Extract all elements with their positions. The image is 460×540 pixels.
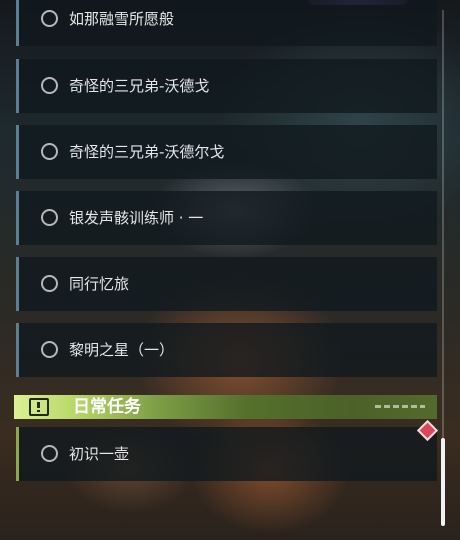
quest-title: 初识一壶 xyxy=(69,445,130,463)
exclamation-icon xyxy=(29,398,49,416)
daily-quest-item[interactable]: 初识一壶 xyxy=(16,427,437,481)
quest-title: 如那融雪所愿般 xyxy=(69,10,175,28)
quest-status-circle-icon xyxy=(41,143,58,160)
quest-status-circle-icon xyxy=(41,77,58,94)
quest-status-circle-icon xyxy=(41,275,58,292)
header-decoration xyxy=(375,405,425,408)
quest-item[interactable]: 奇怪的三兄弟-沃德尔戈 xyxy=(16,125,437,179)
scrollbar-thumb[interactable] xyxy=(441,438,445,526)
quest-title: 银发声骸训练师 · 一 xyxy=(69,209,204,227)
quest-item[interactable]: 同行忆旅 xyxy=(16,257,437,311)
quest-title: 奇怪的三兄弟-沃德尔戈 xyxy=(69,143,225,161)
quest-status-circle-icon xyxy=(41,10,58,27)
quest-title: 黎明之星（一） xyxy=(69,341,175,359)
quest-item[interactable]: 银发声骸训练师 · 一 xyxy=(16,191,437,245)
quest-item[interactable]: 黎明之星（一） xyxy=(16,323,437,377)
quest-title: 奇怪的三兄弟-沃德戈 xyxy=(69,77,210,95)
section-title: 日常任务 xyxy=(73,397,141,417)
quest-item[interactable]: 如那融雪所愿般 xyxy=(16,0,437,46)
quest-status-circle-icon xyxy=(41,445,58,462)
quest-status-circle-icon xyxy=(41,209,58,226)
daily-quests-header[interactable]: 日常任务 xyxy=(14,395,437,419)
quest-status-circle-icon xyxy=(41,341,58,358)
quest-list: 如那融雪所愿般 奇怪的三兄弟-沃德戈 奇怪的三兄弟-沃德尔戈 银发声骸训练师 ·… xyxy=(16,0,437,540)
quest-item[interactable]: 奇怪的三兄弟-沃德戈 xyxy=(16,59,437,113)
quest-title: 同行忆旅 xyxy=(69,275,130,293)
